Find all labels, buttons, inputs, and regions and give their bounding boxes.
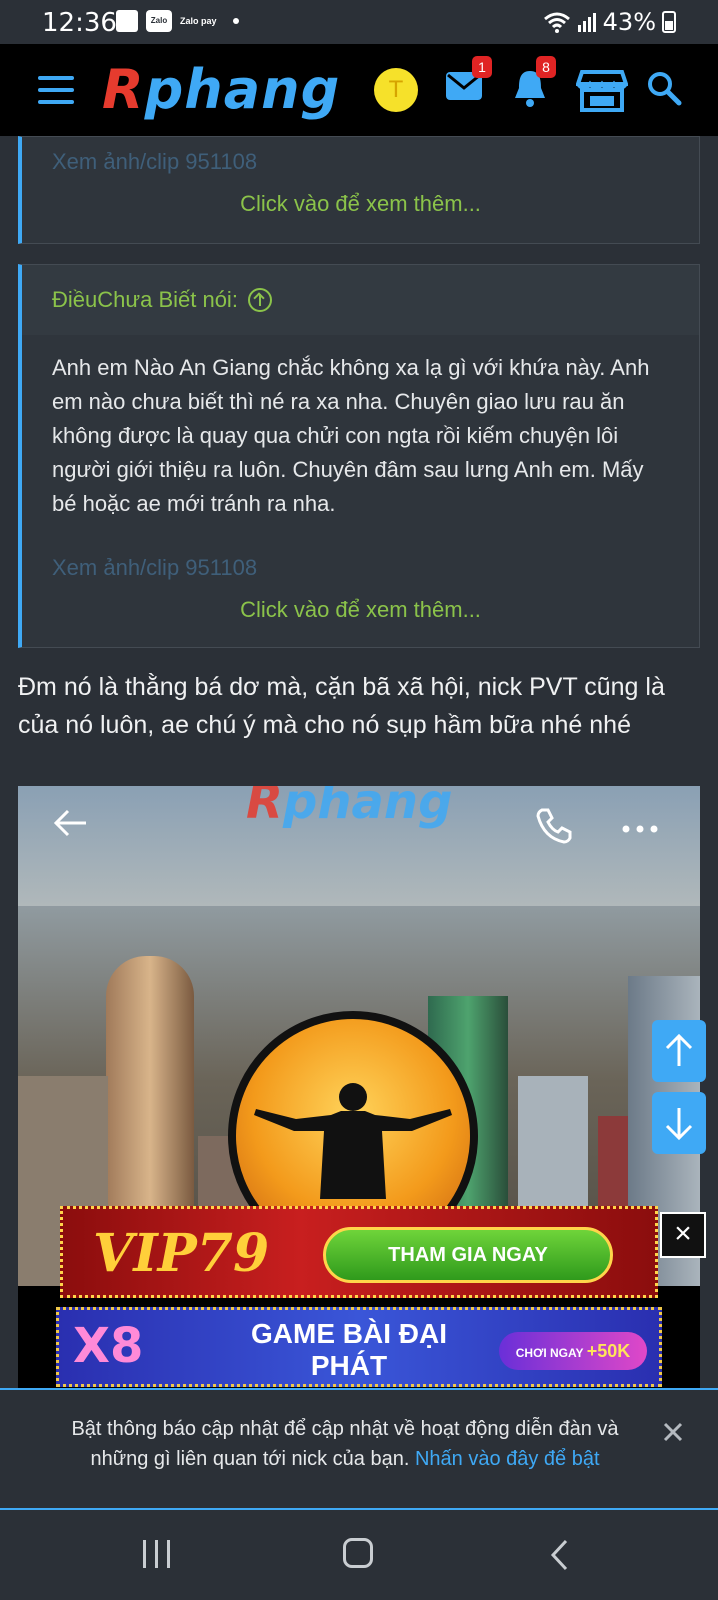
media-link[interactable]: Xem ảnh/clip 951108	[52, 555, 257, 581]
arrow-up-icon	[665, 1033, 693, 1066]
inbox-button[interactable]: 1	[444, 56, 492, 109]
post-text: Đm nó là thằng bá dơ mà, cặn bã xã hội, …	[18, 673, 665, 739]
status-time: 12:36	[42, 8, 117, 38]
ad-brand: VIP79	[93, 1223, 270, 1284]
ad-cta-button[interactable]: CHƠI NGAY +50K	[499, 1332, 647, 1370]
image-back-arrow-icon	[52, 808, 88, 843]
shop-button[interactable]	[575, 68, 629, 117]
x8-ad-banner[interactable]: X8 GAME BÀI ĐẠI PHÁT CHƠI NGAY +50K	[56, 1307, 662, 1387]
store-icon	[575, 70, 629, 112]
user-avatar[interactable]: T	[374, 68, 418, 112]
status-bar: 12:36 Zalo Zalo pay 43%	[0, 0, 718, 44]
quote-author[interactable]: ĐiềuChưa Biết nói:	[22, 265, 699, 335]
status-right: 43%	[543, 8, 676, 36]
search-button[interactable]	[646, 70, 682, 111]
scroll-bottom-button[interactable]	[652, 1092, 706, 1154]
menu-icon[interactable]	[38, 76, 74, 104]
gallery-icon	[116, 10, 138, 32]
quote-text: Anh em Nào An Giang chắc không xa lạ gì …	[52, 355, 650, 516]
ad-brand: X8	[73, 1318, 144, 1374]
ad-close-button[interactable]: ×	[660, 1212, 706, 1258]
ad-cta-button[interactable]: THAM GIA NGAY	[323, 1227, 613, 1283]
scroll-top-button[interactable]	[652, 1020, 706, 1082]
signal-icon	[577, 13, 596, 32]
image-phone-icon	[534, 806, 574, 851]
back-icon	[550, 1539, 568, 1571]
battery-percent: 43%	[602, 8, 656, 36]
quote-block: ĐiềuChưa Biết nói: Anh em Nào An Giang c…	[18, 264, 700, 648]
home-button[interactable]	[343, 1538, 373, 1568]
close-notification-button[interactable]	[662, 1418, 684, 1450]
android-nav-bar	[0, 1510, 718, 1600]
quote-author-name[interactable]: ĐiềuChưa Biết nói:	[52, 287, 238, 313]
expand-quote-link[interactable]: Click vào để xem thêm...	[22, 191, 699, 217]
enable-notifications-link[interactable]: Nhấn vào đây để bật	[415, 1448, 600, 1470]
search-icon	[648, 72, 682, 106]
expand-quote-link[interactable]: Click vào để xem thêm...	[22, 597, 699, 623]
recent-apps-button[interactable]	[143, 1540, 170, 1568]
site-header: Rphang T 1 8	[0, 44, 718, 136]
ad-title: GAME BÀI ĐẠI PHÁT	[251, 1318, 447, 1381]
media-link[interactable]: Xem ảnh/clip 951108	[52, 149, 257, 175]
zalo-icon: Zalo	[146, 10, 172, 32]
close-icon	[663, 1422, 683, 1442]
notification-text: Bật thông báo cập nhật để cập nhật về ho…	[71, 1418, 619, 1470]
battery-icon	[662, 11, 676, 33]
alerts-badge: 8	[536, 56, 556, 78]
wifi-icon	[543, 12, 570, 33]
zalopay-icon: Zalo pay	[180, 16, 217, 26]
jump-to-quote-icon[interactable]	[247, 288, 272, 312]
vip79-ad-banner[interactable]: VIP79 THAM GIA NGAY	[60, 1206, 658, 1298]
more-notifications-dot	[232, 18, 239, 24]
watermark-logo: Rphang	[246, 786, 453, 830]
status-notification-icons: Zalo Zalo pay	[116, 10, 239, 32]
site-logo[interactable]: Rphang	[102, 58, 340, 121]
quote-block: Xem ảnh/clip 951108 Click vào để xem thê…	[18, 136, 700, 244]
inbox-badge: 1	[472, 56, 492, 78]
image-more-icon	[622, 820, 658, 838]
arrow-down-icon	[665, 1108, 693, 1141]
alerts-button[interactable]: 8	[512, 56, 556, 113]
push-notification-prompt: Bật thông báo cập nhật để cập nhật về ho…	[0, 1388, 718, 1510]
back-button[interactable]	[548, 1538, 572, 1577]
